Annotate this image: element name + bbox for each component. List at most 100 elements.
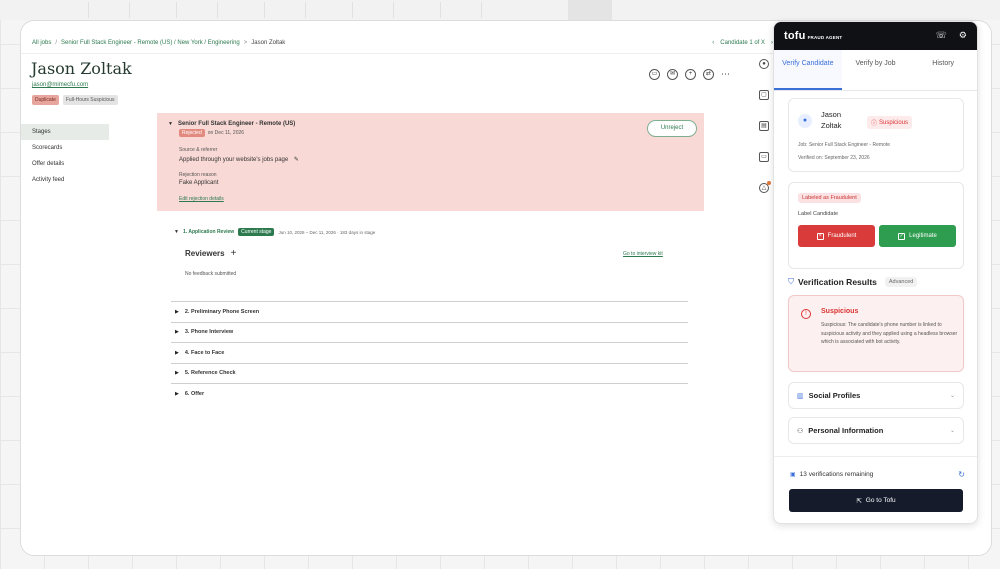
tab-verify-by-job[interactable]: Verify by Job bbox=[842, 50, 910, 90]
verifications-remaining: 13 verifications remaining bbox=[799, 471, 874, 478]
ghost-tab bbox=[88, 2, 130, 18]
divider bbox=[774, 456, 977, 457]
tofu-header: tofu FRAUD AGENT ☏ ⚙ bbox=[774, 22, 977, 50]
caret-right-icon[interactable]: ▶ bbox=[175, 329, 179, 335]
unreject-button[interactable]: Unreject bbox=[647, 120, 697, 137]
personal-information-accordion[interactable]: ⚇ Personal Information ⌄ bbox=[788, 417, 964, 444]
verified-on-line: Verified on: September 23, 2026 bbox=[798, 155, 870, 161]
stage-item[interactable]: ▶ 4. Face to Face bbox=[171, 342, 688, 363]
stage-item[interactable]: ▶ 6. Offer bbox=[171, 383, 688, 404]
application-review-header[interactable]: ▼ 1. Application Review Current stage Ju… bbox=[174, 228, 375, 236]
caret-down-icon[interactable]: ▼ bbox=[174, 229, 179, 235]
candidate-email[interactable]: jason@mimecfu.com bbox=[32, 82, 88, 88]
fraudulent-button[interactable]: × Fraudulent bbox=[798, 225, 875, 247]
stage-label: 3. Phone Interview bbox=[184, 329, 234, 336]
nav-scorecards[interactable]: Scorecards bbox=[21, 140, 109, 156]
go-to-tofu-button[interactable]: ⇱ Go to Tofu bbox=[789, 489, 963, 512]
stage-item[interactable]: ▶ 5. Reference Check bbox=[171, 362, 688, 384]
add-icon[interactable]: + bbox=[685, 69, 696, 80]
person-icon[interactable]: ● bbox=[759, 59, 769, 69]
application-review-name: 1. Application Review bbox=[182, 229, 235, 235]
phone-icon[interactable]: ☏ bbox=[936, 30, 947, 40]
legitimate-button-label: Legitimate bbox=[909, 233, 937, 239]
breadcrumb-all-jobs[interactable]: All jobs bbox=[32, 40, 51, 46]
advanced-toggle[interactable]: Advanced bbox=[884, 277, 918, 287]
social-profiles-label: Social Profiles bbox=[808, 391, 861, 400]
nav-stages[interactable]: Stages bbox=[21, 124, 109, 140]
candidate-job-line: Job: Senior Full Stack Engineer - Remote bbox=[798, 142, 890, 148]
chevron-down-icon[interactable]: ⌄ bbox=[950, 427, 955, 434]
caret-right-icon[interactable]: ▶ bbox=[175, 370, 179, 376]
suspicious-badge: Full-Hours Suspicious bbox=[62, 95, 118, 105]
divider bbox=[21, 53, 781, 54]
caret-right-icon[interactable]: ▶ bbox=[175, 391, 179, 397]
labeled-fraudulent-tag: Labeled as Fraudulent bbox=[798, 193, 861, 203]
rejected-row: Rejected on Dec 11, 2026 bbox=[179, 129, 244, 137]
breadcrumb-job[interactable]: Senior Full Stack Engineer - Remote (US)… bbox=[61, 40, 240, 46]
active-browser-tab[interactable] bbox=[568, 0, 612, 20]
stage-label: 5. Reference Check bbox=[184, 370, 236, 377]
refresh-icon[interactable]: ↻ bbox=[958, 470, 965, 479]
more-icon[interactable]: ⋯ bbox=[721, 69, 730, 80]
candidate-pager: ‹ Candidate 1 of X › bbox=[712, 40, 773, 46]
pencil-icon[interactable]: ✎ bbox=[294, 157, 299, 163]
email-icon[interactable]: ✉ bbox=[667, 69, 678, 80]
candidate-name: Jason Zoltak bbox=[31, 59, 132, 78]
rejected-chip: Rejected bbox=[179, 129, 205, 137]
breadcrumb-current: Jason Zoltak bbox=[251, 40, 286, 46]
caret-down-icon[interactable]: ▼ bbox=[168, 121, 173, 127]
nav-activity-feed[interactable]: Activity feed bbox=[21, 172, 109, 188]
bell-icon[interactable]: △ bbox=[759, 181, 771, 193]
source-value-text: Applied through your website's jobs page bbox=[179, 157, 289, 163]
breadcrumb: All jobs / Senior Full Stack Engineer - … bbox=[32, 40, 285, 46]
copy-icon[interactable]: ▢ bbox=[759, 90, 769, 100]
rejection-reason-label: Rejection reason bbox=[179, 172, 217, 178]
transfer-icon[interactable]: ⇄ bbox=[703, 69, 714, 80]
warning-icon: ! bbox=[801, 309, 811, 319]
go-to-interview-kit-link[interactable]: Go to interview kit bbox=[623, 251, 663, 257]
browser-tab-strip bbox=[0, 0, 1000, 20]
duplicate-badge: Duplicate bbox=[32, 95, 59, 105]
verification-results-title: Verification Results bbox=[798, 277, 877, 287]
result-description: Suspicious: The candidate's phone number… bbox=[821, 322, 958, 345]
rejection-reason-value: Fake Applicant bbox=[179, 180, 219, 186]
tofu-candidate-name: Jason Zoltak bbox=[821, 110, 842, 130]
tab-history[interactable]: History bbox=[909, 50, 977, 90]
message-icon[interactable]: ▭ bbox=[649, 69, 660, 80]
nav-offer-details[interactable]: Offer details bbox=[21, 156, 109, 172]
side-icon-rail: ● ▢ ▤ ▭ △ bbox=[756, 59, 772, 214]
alert-icon: ⓘ bbox=[871, 121, 878, 127]
chat-icon[interactable]: ▭ bbox=[759, 152, 769, 162]
stage-item[interactable]: ▶ 2. Preliminary Phone Screen bbox=[171, 301, 688, 322]
tofu-header-icons: ☏ ⚙ bbox=[936, 30, 967, 40]
chevron-down-icon[interactable]: ⌄ bbox=[950, 392, 955, 399]
chevron-left-icon[interactable]: ‹ bbox=[712, 40, 714, 46]
candidate-pager-label[interactable]: Candidate 1 of X bbox=[720, 40, 765, 46]
stage-label: 2. Preliminary Phone Screen bbox=[184, 308, 260, 315]
social-profiles-accordion[interactable]: ▥ Social Profiles ⌄ bbox=[788, 382, 964, 409]
tab-verify-candidate[interactable]: Verify Candidate bbox=[774, 50, 842, 90]
ghost-tab bbox=[176, 2, 218, 18]
briefcase-icon[interactable]: ▤ bbox=[759, 121, 769, 131]
stage-list: ▶ 2. Preliminary Phone Screen ▶ 3. Phone… bbox=[171, 301, 688, 404]
ats-page: All jobs / Senior Full Stack Engineer - … bbox=[21, 21, 781, 555]
go-to-tofu-label: Go to Tofu bbox=[865, 497, 896, 504]
external-link-icon: ⇱ bbox=[856, 497, 862, 505]
legitimate-button[interactable]: ✓ Legitimate bbox=[879, 225, 956, 247]
no-feedback-text: No feedback submitted bbox=[185, 271, 237, 277]
reviewers-row: Reviewers + bbox=[185, 249, 237, 259]
job-title-row[interactable]: ▼ Senior Full Stack Engineer - Remote (U… bbox=[168, 121, 295, 127]
result-title: Suspicious bbox=[821, 308, 859, 315]
stage-item[interactable]: ▶ 3. Phone Interview bbox=[171, 321, 688, 343]
personal-information-label: Personal Information bbox=[808, 426, 884, 435]
caret-right-icon[interactable]: ▶ bbox=[175, 350, 179, 356]
ghost-tab bbox=[264, 2, 306, 18]
gear-icon[interactable]: ⚙ bbox=[959, 30, 967, 40]
caret-right-icon[interactable]: ▶ bbox=[175, 309, 179, 315]
breadcrumb-separator: / bbox=[55, 40, 58, 46]
edit-rejection-link[interactable]: Edit rejection details bbox=[179, 196, 224, 202]
chart-icon: ▥ bbox=[797, 392, 804, 400]
x-icon: × bbox=[816, 232, 824, 240]
add-reviewer-icon[interactable]: + bbox=[231, 249, 237, 259]
stage-label: 4. Face to Face bbox=[184, 349, 225, 356]
